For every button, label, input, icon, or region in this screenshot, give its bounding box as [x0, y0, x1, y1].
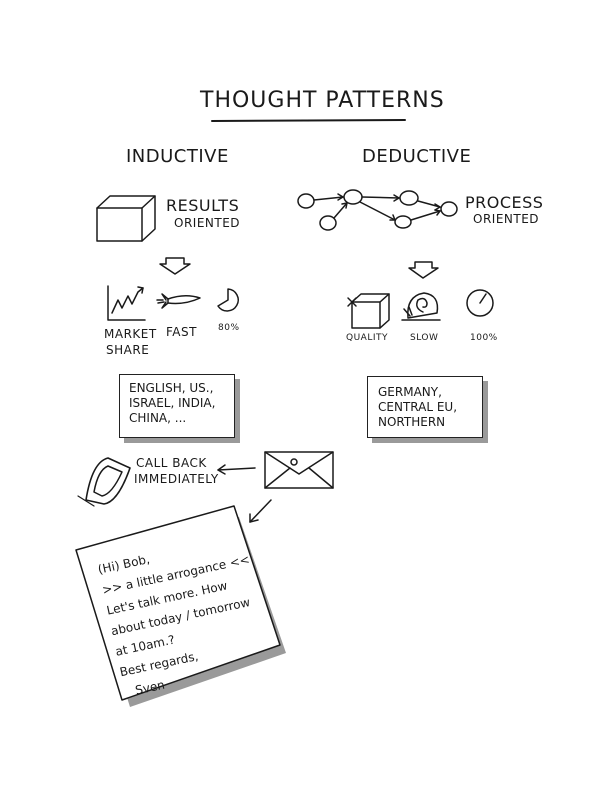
- note-message: (Hi) Bob, >> a little arrogance << Let's…: [96, 552, 252, 700]
- note-sheet: [75, 505, 286, 707]
